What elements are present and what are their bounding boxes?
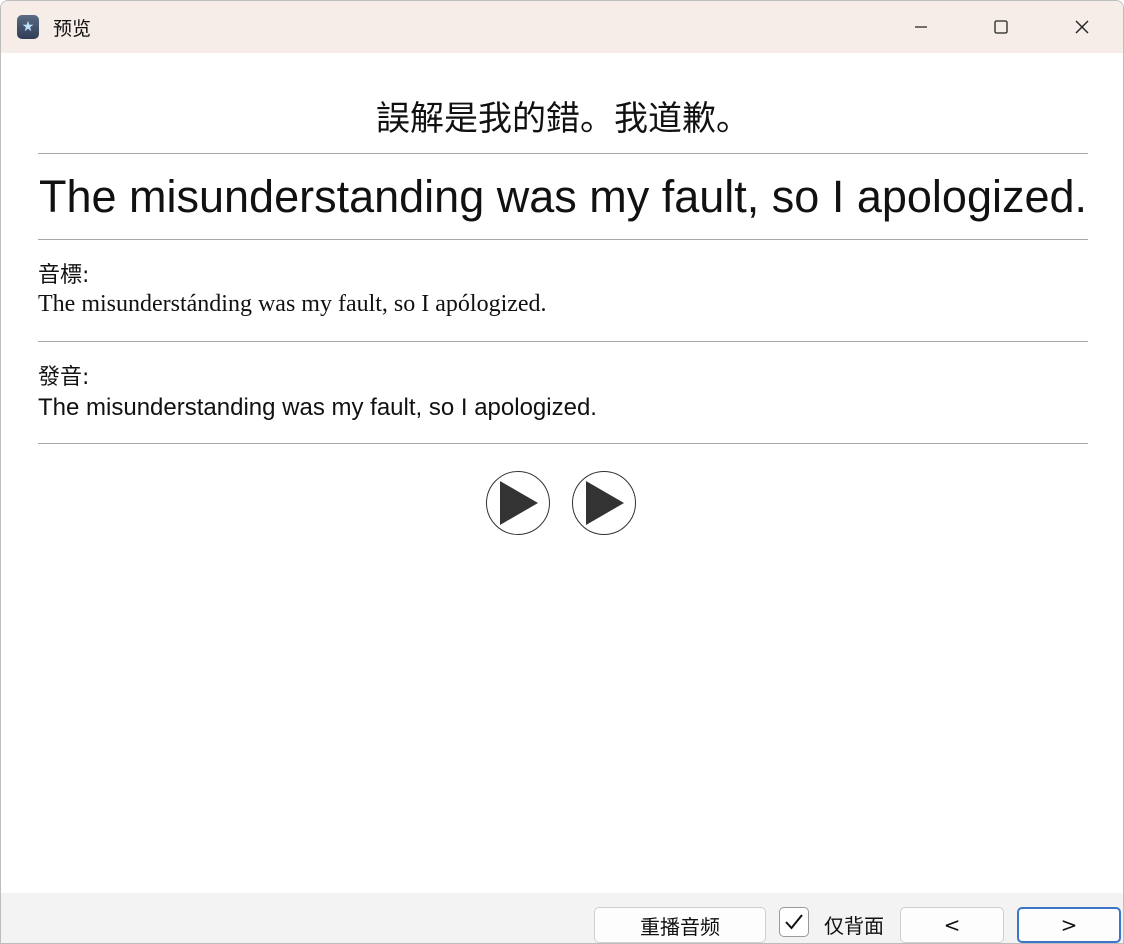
replay-audio-button[interactable]: 重播音频 xyxy=(594,907,766,943)
play-icon xyxy=(500,481,538,525)
minimize-button[interactable] xyxy=(881,1,961,53)
title-bar: ★ 预览 xyxy=(1,1,1123,53)
audio-controls xyxy=(486,471,636,535)
play-icon xyxy=(586,481,624,525)
english-sentence: The misunderstanding was my fault, so I … xyxy=(38,171,1088,222)
window-title: 预览 xyxy=(53,18,92,40)
app-star-icon: ★ xyxy=(17,15,39,39)
next-button[interactable]: > xyxy=(1017,907,1121,943)
phonetic-section: 音標: The misunderstánding was my fault, s… xyxy=(38,240,1088,341)
maximize-button[interactable] xyxy=(961,1,1041,53)
minimize-icon xyxy=(915,26,927,28)
previous-button[interactable]: < xyxy=(900,907,1004,943)
pronunciation-label: 發音: xyxy=(38,365,90,390)
play-audio-button-2[interactable] xyxy=(572,471,636,535)
backside-only-checkbox[interactable] xyxy=(779,907,809,937)
bottom-toolbar: 重播音频 < > xyxy=(1,893,1123,943)
pronunciation-text: The misunderstanding was my fault, so I … xyxy=(38,394,597,421)
card-front-text: 誤解是我的錯。我道歉。 xyxy=(376,99,750,139)
maximize-icon xyxy=(994,20,1008,34)
card-content: 誤解是我的錯。我道歉。 The misunderstanding was my … xyxy=(38,53,1088,444)
divider xyxy=(38,443,1088,444)
preview-window: ★ 预览 誤解是我的錯。我道歉。 The misunderstanding wa… xyxy=(0,0,1124,944)
play-audio-button-1[interactable] xyxy=(486,471,550,535)
phonetic-text: The misunderstánding was my fault, so I … xyxy=(38,291,547,317)
close-button[interactable] xyxy=(1042,1,1122,53)
pronunciation-section: 發音: The misunderstanding was my fault, s… xyxy=(38,342,1088,443)
close-icon xyxy=(1075,20,1089,34)
checkmark-icon xyxy=(785,914,803,930)
backside-only-label: 仅背面 xyxy=(824,914,884,938)
phonetic-label: 音標: xyxy=(38,263,90,288)
